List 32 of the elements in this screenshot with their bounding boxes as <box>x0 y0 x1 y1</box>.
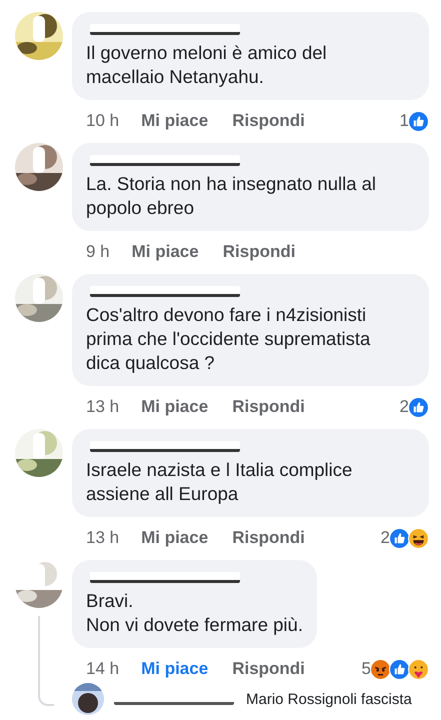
laughing-face-icon <box>408 528 429 548</box>
reply-link[interactable]: Rispondi <box>232 528 305 548</box>
reply-link[interactable]: Rispondi <box>232 397 305 417</box>
reply-link[interactable]: Rispondi <box>222 242 296 262</box>
like-link[interactable]: Mi piace <box>141 528 208 548</box>
hugging-face-icon <box>408 658 429 680</box>
comment-text: Il governo meloni è amico del macellaio Netanyahu. <box>86 41 328 89</box>
timestamp: 14 h <box>86 659 120 679</box>
reaction-count: 2 <box>380 528 390 548</box>
timestamp: 13 h <box>86 528 120 548</box>
reply-link[interactable]: Rispondi <box>232 111 305 131</box>
angry-face-icon <box>370 658 391 680</box>
like-link[interactable]: Mi piace <box>141 111 208 131</box>
timestamp: 10 h <box>86 111 120 131</box>
like-icon <box>408 396 429 418</box>
reaction-count: 5 <box>362 659 371 679</box>
like-link[interactable]: Mi piace <box>141 659 208 679</box>
like-icon <box>389 528 410 548</box>
like-icon <box>408 110 429 132</box>
timestamp: 9 h <box>86 242 110 262</box>
reply-text: Mario Rossignoli fascista <box>246 690 412 708</box>
comment-text: Israele nazista e l Italia complice assiene all Europa <box>86 458 354 506</box>
like-icon <box>389 658 410 680</box>
reaction-count: 2 <box>400 397 409 417</box>
comment-text: Bravi. Non vi dovete fermare più. <box>86 589 303 637</box>
comment-text: Cos'altro devono fare i n4zisionisti prima che l'occidente suprematista dica qualcosa ? <box>86 303 372 375</box>
like-link[interactable]: Mi piace <box>141 397 208 417</box>
timestamp: 13 h <box>86 397 120 417</box>
reply-link[interactable]: Rispondi <box>232 659 305 679</box>
like-link[interactable]: Mi piace <box>132 242 199 262</box>
comment-text: La. Storia non ha insegnato nulla al popolo ebreo <box>86 172 378 220</box>
reaction-count: 1 <box>400 111 409 131</box>
